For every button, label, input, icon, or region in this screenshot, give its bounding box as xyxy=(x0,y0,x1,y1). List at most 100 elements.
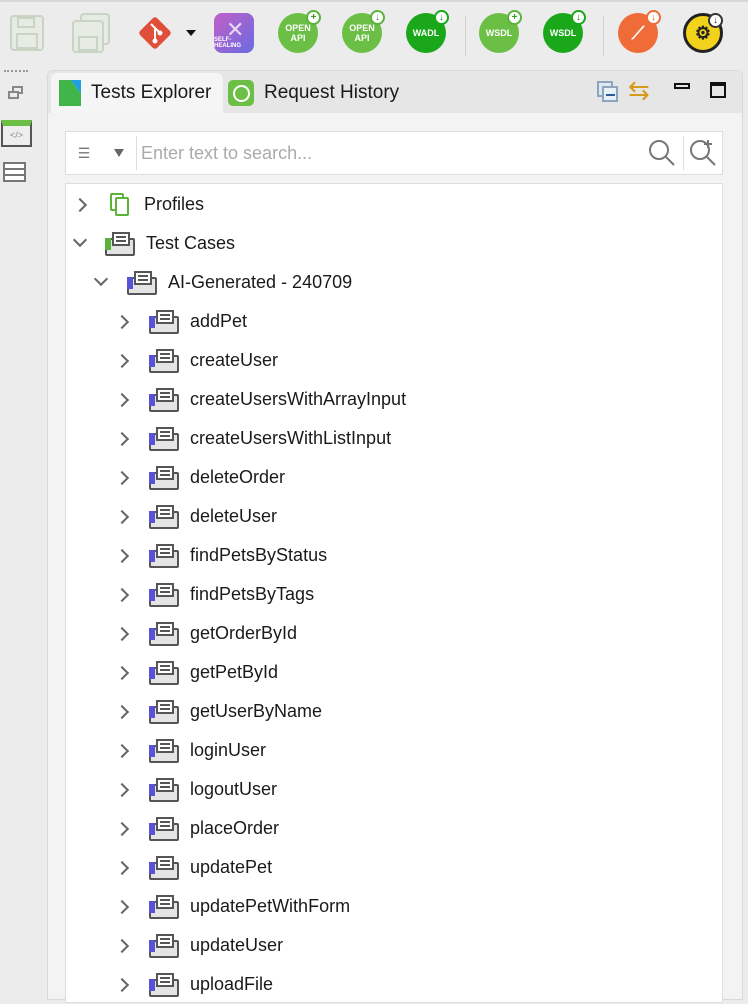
self-healing-button[interactable]: ✕ SELF-HEALING xyxy=(213,12,255,54)
main-toolbar: ✕ SELF-HEALING OPEN API + OPEN API ↓ WADL ↓ WS… xyxy=(0,0,748,62)
gear-icon: ⚙ ↓ xyxy=(683,13,723,53)
download-badge-icon: ↓ xyxy=(571,10,586,25)
node-label: addPet xyxy=(190,311,248,331)
expand-chevron-icon[interactable] xyxy=(114,743,130,758)
restore-icon[interactable] xyxy=(8,86,24,102)
tree-node-test-case[interactable]: uploadFile xyxy=(66,965,722,1004)
advanced-search-icon[interactable] xyxy=(686,138,720,168)
postman-import-button[interactable]: ⟋ ↓ xyxy=(617,10,661,54)
tree-node-test-case[interactable]: deleteOrder xyxy=(66,458,722,497)
wadl-import-button[interactable]: WADL ↓ xyxy=(405,10,449,54)
tree-node-test-case[interactable]: deleteUser xyxy=(66,497,722,536)
tree-node-test-case[interactable]: getUserByName xyxy=(66,692,722,731)
node-label: getPetById xyxy=(190,662,279,682)
download-badge-icon: ↓ xyxy=(646,10,661,25)
expand-chevron-icon[interactable] xyxy=(114,353,130,368)
tree-node-test-case[interactable]: placeOrder xyxy=(66,809,722,848)
tree-node-test-case[interactable]: loginUser xyxy=(66,731,722,770)
test-case-icon xyxy=(149,777,179,802)
wsdl-import-button[interactable]: WSDL ↓ xyxy=(542,10,586,54)
expand-chevron-icon[interactable] xyxy=(114,626,130,641)
expand-chevron-icon[interactable] xyxy=(114,977,130,992)
node-label: createUsersWithArrayInput xyxy=(190,389,407,409)
collapse-chevron-icon[interactable] xyxy=(72,232,88,248)
test-case-icon xyxy=(149,426,179,451)
maximize-icon[interactable] xyxy=(710,82,726,98)
filter-checklist-icon[interactable]: ☰ xyxy=(66,132,102,174)
node-label: findPetsByTags xyxy=(190,584,315,604)
drag-handle[interactable] xyxy=(4,70,28,72)
wsdl-add-button[interactable]: WSDL + xyxy=(478,10,522,54)
label: WSDL xyxy=(485,28,513,38)
table-icon[interactable] xyxy=(3,162,26,182)
tree-node-test-cases[interactable]: Test Cases xyxy=(66,224,722,263)
test-tree: Profiles Test Cases AI-Generated - 24070… xyxy=(65,183,723,1003)
filter-dropdown-arrow[interactable] xyxy=(114,149,124,157)
label: OPEN xyxy=(349,23,375,33)
test-case-icon xyxy=(149,621,179,646)
node-label: getUserByName xyxy=(190,701,323,721)
collapse-all-icon[interactable] xyxy=(597,81,619,103)
expand-chevron-icon[interactable] xyxy=(114,509,130,524)
save-all-button[interactable] xyxy=(70,12,112,54)
tree-node-profiles[interactable]: Profiles xyxy=(66,185,722,224)
tree-node-test-case[interactable]: updatePetWithForm xyxy=(66,887,722,926)
expand-chevron-icon[interactable] xyxy=(114,392,130,407)
tree-node-folder[interactable]: AI-Generated - 240709 xyxy=(66,263,722,302)
expand-chevron-icon[interactable] xyxy=(114,704,130,719)
tree-node-test-case[interactable]: getPetById xyxy=(66,653,722,692)
node-label: getOrderById xyxy=(190,623,298,643)
expand-chevron-icon[interactable] xyxy=(114,470,130,485)
expand-chevron-icon[interactable] xyxy=(114,431,130,446)
download-badge-icon: ↓ xyxy=(434,10,449,25)
tree-node-test-case[interactable]: addPet xyxy=(66,302,722,341)
search-icon[interactable] xyxy=(647,138,677,168)
openapi-import-button[interactable]: OPEN API ↓ xyxy=(341,10,385,54)
minimize-icon[interactable] xyxy=(674,83,690,89)
tree-node-test-case[interactable]: createUsersWithArrayInput xyxy=(66,380,722,419)
plugin-import-button[interactable]: ⚙ ↓ xyxy=(682,12,724,54)
save-button[interactable] xyxy=(6,12,48,54)
expand-chevron-icon[interactable] xyxy=(72,197,88,212)
tree-node-test-case[interactable]: getOrderById xyxy=(66,614,722,653)
profiles-icon xyxy=(109,192,137,217)
collapse-chevron-icon[interactable] xyxy=(93,271,109,287)
link-with-editor-icon[interactable]: ⇆ xyxy=(628,75,650,105)
history-icon xyxy=(228,80,254,106)
tree-node-test-case[interactable]: createUser xyxy=(66,341,722,380)
tab-bar: Tests Explorer Request History ⇆ xyxy=(48,71,742,113)
divider xyxy=(683,136,684,170)
expand-chevron-icon[interactable] xyxy=(114,314,130,329)
tab-tests-explorer[interactable]: Tests Explorer xyxy=(51,73,223,113)
git-button[interactable] xyxy=(134,12,176,54)
expand-chevron-icon[interactable] xyxy=(114,587,130,602)
label: API xyxy=(290,33,306,43)
download-badge-icon: ↓ xyxy=(370,10,385,25)
search-input[interactable] xyxy=(137,132,647,174)
tree-node-test-case[interactable]: findPetsByStatus xyxy=(66,536,722,575)
expand-chevron-icon[interactable] xyxy=(114,899,130,914)
git-dropdown-arrow[interactable] xyxy=(186,30,196,36)
tab-label: Tests Explorer xyxy=(91,82,212,103)
expand-chevron-icon[interactable] xyxy=(114,821,130,836)
tests-explorer-panel: Tests Explorer Request History ⇆ ☰ Profi… xyxy=(47,70,743,1003)
tree-node-test-case[interactable]: updateUser xyxy=(66,926,722,965)
expand-chevron-icon[interactable] xyxy=(114,782,130,797)
node-label: Profiles xyxy=(144,194,205,214)
code-view-icon[interactable]: </> xyxy=(1,120,32,147)
expand-chevron-icon[interactable] xyxy=(114,938,130,953)
tree-node-test-case[interactable]: updatePet xyxy=(66,848,722,887)
expand-chevron-icon[interactable] xyxy=(114,548,130,563)
test-case-icon xyxy=(149,582,179,607)
tree-node-test-case[interactable]: logoutUser xyxy=(66,770,722,809)
expand-chevron-icon[interactable] xyxy=(114,665,130,680)
expand-chevron-icon[interactable] xyxy=(114,860,130,875)
search-bar: ☰ xyxy=(65,131,723,175)
git-icon xyxy=(139,17,171,49)
tree-node-test-case[interactable]: findPetsByTags xyxy=(66,575,722,614)
label: WADL xyxy=(412,28,440,38)
tab-request-history[interactable]: Request History xyxy=(228,73,399,113)
tree-node-test-case[interactable]: createUsersWithListInput xyxy=(66,419,722,458)
openapi-add-button[interactable]: OPEN API + xyxy=(277,10,321,54)
test-case-icon xyxy=(149,855,179,880)
